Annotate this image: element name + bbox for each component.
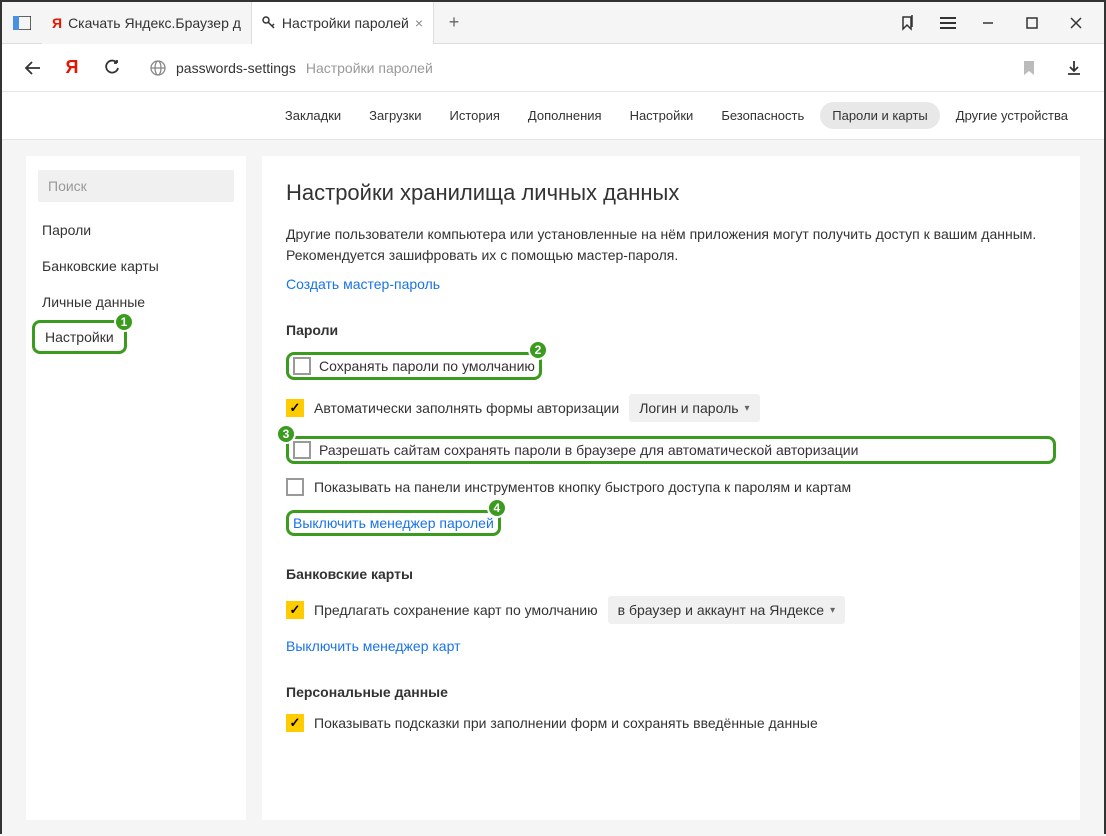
- annotation-badge-3: 3: [276, 424, 296, 444]
- sidebar-item-settings[interactable]: Настройки: [32, 320, 127, 354]
- row-personal-hints: Показывать подсказки при заполнении форм…: [286, 714, 1056, 732]
- yandex-logo-icon: Я: [52, 15, 62, 31]
- close-button[interactable]: [1056, 3, 1096, 43]
- minimize-button[interactable]: [968, 3, 1008, 43]
- browser-toolbar: Я passwords-settings Настройки паролей: [2, 44, 1104, 92]
- settings-top-nav: Закладки Загрузки История Дополнения Нас…: [2, 92, 1104, 140]
- dropdown-save-cards-target[interactable]: в браузер и аккаунт на Яндексе: [608, 596, 846, 624]
- row-label: Автоматически заполнять формы авторизаци…: [314, 400, 619, 416]
- key-icon: [262, 16, 276, 30]
- section-personal-title: Персональные данные: [286, 684, 1056, 700]
- new-tab-button[interactable]: +: [434, 2, 474, 44]
- row-save-passwords: Сохранять пароли по умолчанию 2: [286, 352, 1056, 380]
- row-label: Показывать на панели инструментов кнопку…: [314, 479, 851, 495]
- sidebar-item-label: Настройки: [45, 329, 114, 345]
- tab-title: Скачать Яндекс.Браузер д: [68, 15, 241, 31]
- page-title-text: Настройки паролей: [306, 60, 433, 76]
- row-label: Разрешать сайтам сохранять пароли в брау…: [319, 442, 858, 458]
- checkbox-allow-sites-save[interactable]: [293, 441, 311, 459]
- topnav-other-devices[interactable]: Другие устройства: [944, 102, 1080, 129]
- checkbox-save-passwords[interactable]: [293, 357, 311, 375]
- annotation-badge-4: 4: [487, 498, 507, 518]
- topnav-bookmarks[interactable]: Закладки: [273, 102, 353, 129]
- checkbox-show-toolbar-button[interactable]: [286, 478, 304, 496]
- row-offer-save-cards: Предлагать сохранение карт по умолчанию …: [286, 596, 1056, 624]
- titlebar: Я Скачать Яндекс.Браузер д Настройки пар…: [2, 2, 1104, 44]
- collections-icon[interactable]: [888, 15, 928, 31]
- tab-title: Настройки паролей: [282, 15, 409, 31]
- url-text: passwords-settings: [176, 60, 296, 76]
- topnav-history[interactable]: История: [438, 102, 512, 129]
- topnav-security[interactable]: Безопасность: [709, 102, 816, 129]
- reload-button[interactable]: [98, 59, 126, 77]
- row-label: Показывать подсказки при заполнении форм…: [314, 715, 818, 731]
- row-label: Сохранять пароли по умолчанию: [319, 358, 535, 374]
- main-panel: Настройки хранилища личных данных Другие…: [262, 156, 1080, 820]
- topnav-settings[interactable]: Настройки: [618, 102, 706, 129]
- page-description: Другие пользователи компьютера или устан…: [286, 224, 1056, 266]
- site-icon: [150, 60, 166, 76]
- sidebar-item-cards[interactable]: Банковские карты: [26, 248, 246, 284]
- close-tab-icon[interactable]: ×: [415, 15, 423, 31]
- topnav-downloads[interactable]: Загрузки: [357, 102, 433, 129]
- sidebar-toggle-icon[interactable]: [2, 16, 42, 30]
- topnav-addons[interactable]: Дополнения: [516, 102, 614, 129]
- row-show-toolbar-button: Показывать на панели инструментов кнопку…: [286, 478, 1056, 496]
- tab-yandex-download[interactable]: Я Скачать Яндекс.Браузер д: [42, 2, 252, 44]
- section-passwords-title: Пароли: [286, 322, 1056, 338]
- annotation-badge-1: 1: [114, 312, 134, 332]
- back-button[interactable]: [18, 60, 46, 76]
- annotation-badge-2: 2: [528, 340, 548, 360]
- tab-password-settings[interactable]: Настройки паролей ×: [252, 2, 434, 44]
- search-input[interactable]: Поиск: [38, 170, 234, 202]
- window-controls: [968, 3, 1104, 43]
- topnav-passwords-cards[interactable]: Пароли и карты: [820, 102, 940, 129]
- bookmark-icon[interactable]: [1022, 60, 1036, 76]
- row-allow-sites-save: Разрешать сайтам сохранять пароли в брау…: [286, 436, 1056, 464]
- address-bar[interactable]: passwords-settings Настройки паролей: [138, 50, 1048, 86]
- disable-card-manager-link[interactable]: Выключить менеджер карт: [286, 638, 1056, 654]
- disable-password-manager-link[interactable]: Выключить менеджер паролей: [293, 515, 494, 531]
- row-autofill-auth: Автоматически заполнять формы авторизаци…: [286, 394, 1056, 422]
- section-cards-title: Банковские карты: [286, 566, 1056, 582]
- settings-sidebar: Поиск Пароли Банковские карты Личные дан…: [26, 156, 246, 820]
- checkbox-offer-save-cards[interactable]: [286, 601, 304, 619]
- row-label: Предлагать сохранение карт по умолчанию: [314, 602, 598, 618]
- content-area: Поиск Пароли Банковские карты Личные дан…: [2, 140, 1104, 836]
- create-master-password-link[interactable]: Создать мастер-пароль: [286, 276, 1056, 292]
- sidebar-item-personal[interactable]: Личные данные: [26, 284, 246, 320]
- page-heading: Настройки хранилища личных данных: [286, 180, 1056, 206]
- sidebar-item-passwords[interactable]: Пароли: [26, 212, 246, 248]
- maximize-button[interactable]: [1012, 3, 1052, 43]
- checkbox-autofill-auth[interactable]: [286, 399, 304, 417]
- home-button[interactable]: Я: [58, 57, 86, 78]
- dropdown-autofill-mode[interactable]: Логин и пароль: [629, 394, 759, 422]
- tabs: Я Скачать Яндекс.Браузер д Настройки пар…: [42, 2, 888, 44]
- checkbox-personal-hints[interactable]: [286, 714, 304, 732]
- downloads-button[interactable]: [1060, 60, 1088, 76]
- menu-icon[interactable]: [928, 16, 968, 30]
